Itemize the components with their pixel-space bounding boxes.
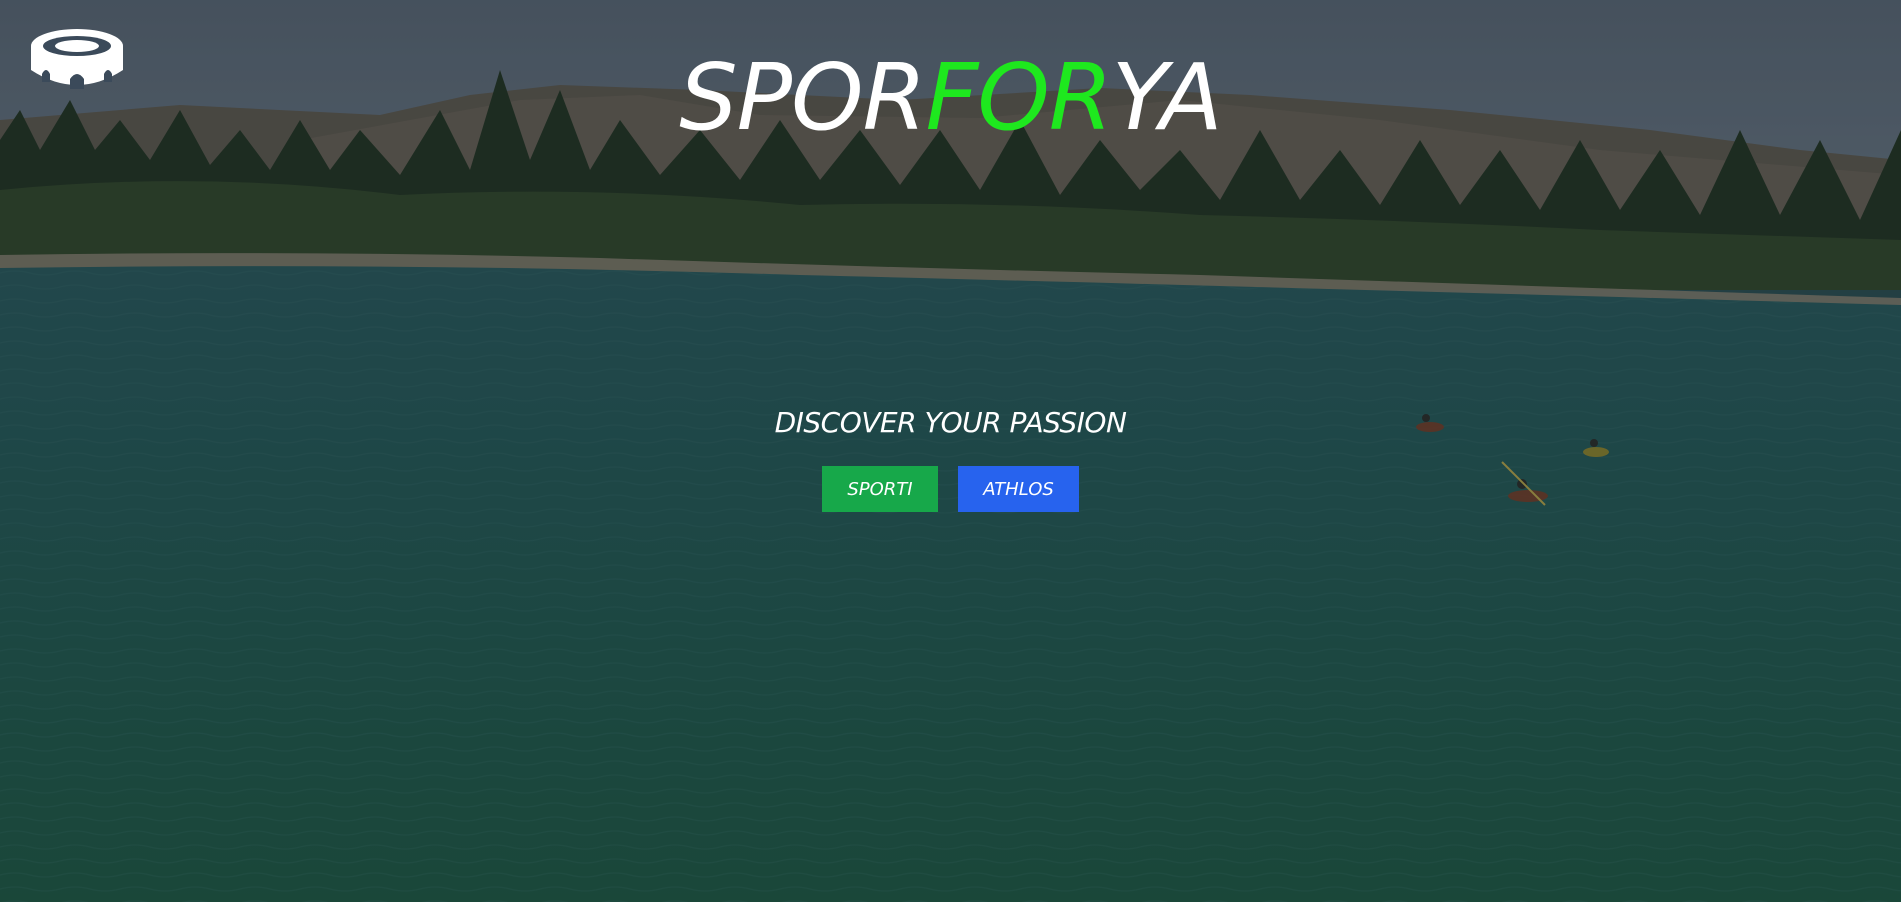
- tagline: DISCOVER YOUR PASSION: [774, 406, 1127, 439]
- athlos-button[interactable]: ATHLOS: [958, 466, 1079, 512]
- sporti-button[interactable]: SPORTI: [822, 466, 938, 512]
- brand-title-accent: FOR: [925, 44, 1112, 151]
- brand-title-part1: SPOR: [679, 44, 926, 151]
- hero-section: SPORFORYA DISCOVER YOUR PASSION SPORTI A…: [0, 0, 1901, 902]
- brand-title-part3: YA: [1111, 44, 1223, 151]
- brand-title: SPORFORYA: [0, 52, 1901, 144]
